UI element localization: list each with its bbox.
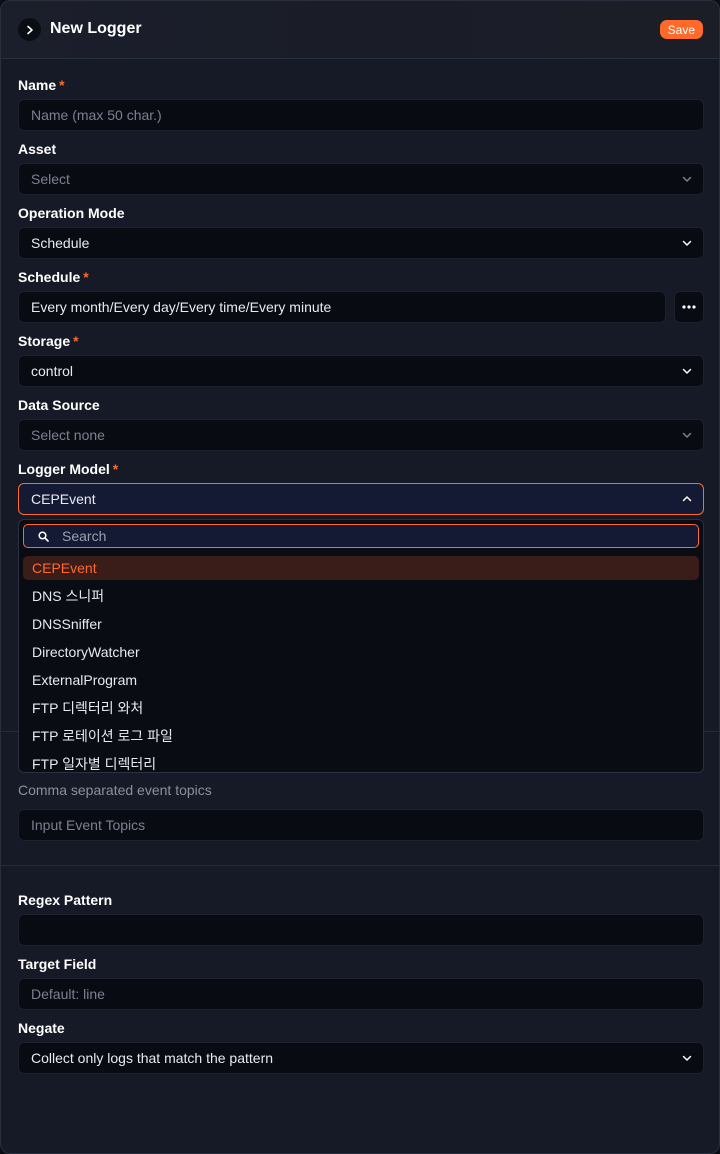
operation-mode-label: Operation Mode	[18, 205, 125, 221]
chevron-right-icon	[26, 25, 33, 34]
asset-label: Asset	[18, 141, 57, 157]
dropdown-item[interactable]: ExternalProgram	[23, 668, 699, 692]
asset-select[interactable]: Select	[18, 163, 704, 195]
save-button[interactable]: Save	[659, 20, 703, 39]
negate-label: Negate	[18, 1020, 65, 1036]
schedule-more-button[interactable]	[674, 291, 704, 323]
dropdown-search-input[interactable]: Search	[23, 524, 699, 548]
storage-label: Storage *	[18, 333, 79, 349]
regex-pattern-label: Regex Pattern	[18, 892, 113, 908]
chevron-down-icon	[682, 176, 692, 182]
search-icon	[38, 531, 49, 542]
event-topics-input[interactable]: Input Event Topics	[18, 809, 704, 841]
dropdown-item[interactable]: DNSSniffer	[23, 612, 699, 636]
page-title: New Logger	[50, 20, 142, 37]
required-mark: *	[59, 77, 65, 93]
name-input[interactable]: Name (max 50 char.)	[18, 99, 704, 131]
schedule-input[interactable]: Every month/Every day/Every time/Every m…	[18, 291, 666, 323]
panel-header: New Logger Save	[1, 1, 719, 59]
chevron-down-icon	[682, 368, 692, 374]
negate-select[interactable]: Collect only logs that match the pattern	[18, 1042, 704, 1074]
dropdown-item[interactable]: FTP 디렉터리 와처	[23, 696, 699, 720]
target-field-label: Target Field	[18, 956, 97, 972]
dropdown-item[interactable]: FTP 로테이션 로그 파일	[23, 724, 699, 748]
expand-button[interactable]	[18, 18, 41, 41]
regex-pattern-input[interactable]	[18, 914, 704, 946]
target-field-input[interactable]: Default: line	[18, 978, 704, 1010]
storage-select[interactable]: control	[18, 355, 704, 387]
data-source-select[interactable]: Select none	[18, 419, 704, 451]
chevron-up-icon	[682, 496, 692, 502]
required-mark: *	[73, 333, 79, 349]
chevron-down-icon	[682, 1055, 692, 1061]
operation-mode-select[interactable]: Schedule	[18, 227, 704, 259]
data-source-label: Data Source	[18, 397, 100, 413]
new-logger-panel: New Logger Save Name * Name (max 50 char.…	[0, 0, 720, 1154]
name-label: Name *	[18, 77, 65, 93]
event-topics-hint: Comma separated event topics	[18, 782, 212, 798]
logger-model-dropdown: Search CEPEvent DNS 스니퍼 DNSSniffer Direc…	[18, 519, 704, 773]
chevron-down-icon	[682, 432, 692, 438]
required-mark: *	[112, 461, 119, 477]
dropdown-item[interactable]: DirectoryWatcher	[23, 640, 699, 664]
chevron-down-icon	[682, 240, 692, 246]
dropdown-item[interactable]: CEPEvent	[23, 556, 699, 580]
logger-model-select[interactable]: CEPEvent	[18, 483, 704, 515]
dropdown-item[interactable]: FTP 일자별 디렉터리	[23, 752, 699, 772]
schedule-label: Schedule *	[18, 269, 89, 285]
dropdown-item[interactable]: DNS 스니퍼	[23, 584, 699, 608]
logger-model-label: Logger Model *	[18, 461, 119, 477]
more-horizontal-icon	[682, 305, 696, 309]
section-divider	[1, 865, 719, 866]
required-mark: *	[83, 269, 89, 285]
